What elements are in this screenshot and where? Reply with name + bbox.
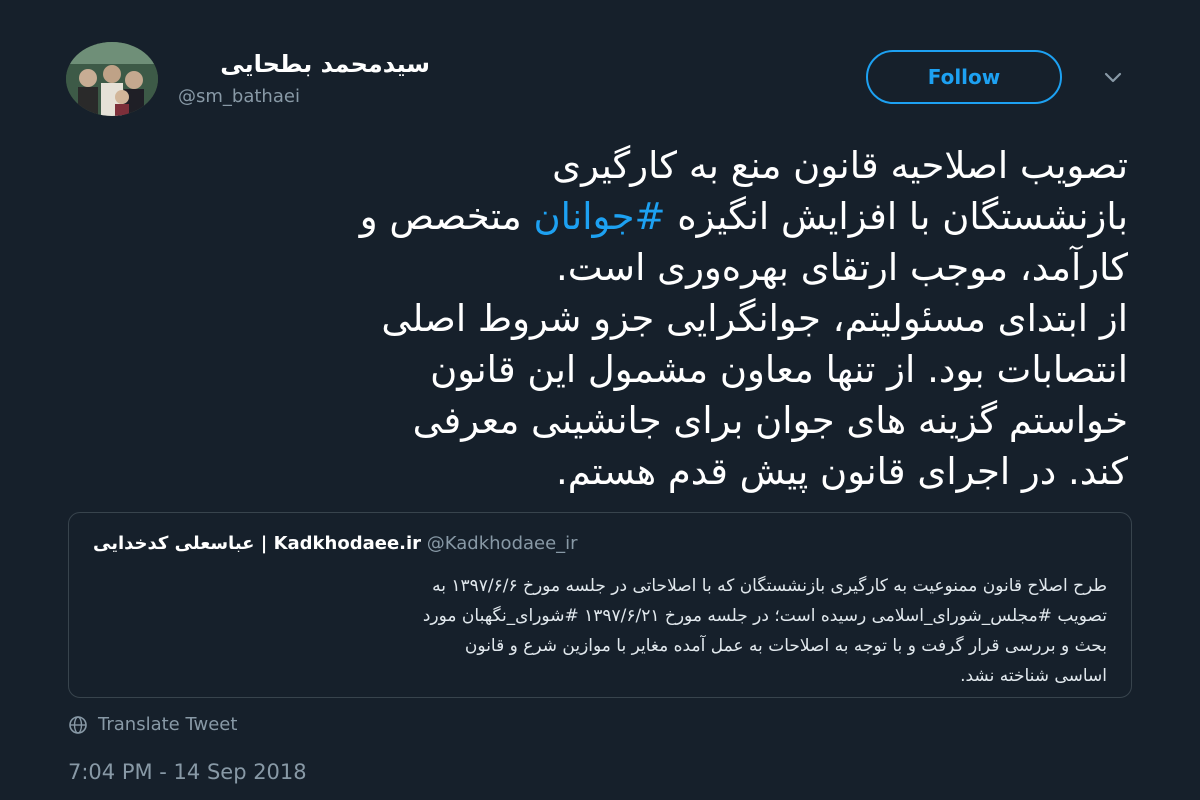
follow-button[interactable]: Follow [866,50,1062,104]
avatar[interactable] [66,42,158,116]
tweet-line: بازنشستگان با افزایش انگیزه #جوانان متخص… [128,191,1128,242]
avatar-photo [66,42,158,116]
translate-tweet-link[interactable]: Translate Tweet [68,714,237,735]
quoted-tweet-header: عباسعلی کدخدایی | Kadkhodaee.ir @Kadkhod… [93,533,1107,554]
quoted-line: اساسی شناخته نشد. [960,666,1107,686]
tweet-line: کند. در اجرای قانون پیش قدم هستم. [556,450,1128,493]
author-handle[interactable]: @sm_bathaei [178,86,300,107]
quoted-author-name: عباسعلی کدخدایی | Kadkhodaee.ir [93,533,422,554]
tweet-line-segment: متخصص و [359,195,534,238]
quoted-line: طرح اصلاح قانون ممنوعیت به کارگیری بازنش… [432,576,1107,596]
chevron-down-icon[interactable] [1102,66,1124,88]
quoted-tweet-card[interactable]: عباسعلی کدخدایی | Kadkhodaee.ir @Kadkhod… [68,512,1132,698]
tweet-text: تصویب اصلاحیه قانون منع به کارگیری بازنش… [128,140,1128,497]
tweet-line: انتصابات بود. از تنها معاون مشمول این قا… [430,348,1128,391]
tweet-timestamp[interactable]: 7:04 PM - 14 Sep 2018 [68,760,307,784]
quoted-author-handle: @Kadkhodaee_ir [426,533,578,554]
tweet-line: خواستم گزینه های جوان برای جانشینی معرفی [412,399,1128,442]
tweet-line: از ابتدای مسئولیتم، جوانگرایی جزو شروط ا… [381,297,1128,340]
quoted-line: بحث و بررسی قرار گرفت و با توجه به اصلاح… [464,636,1107,656]
tweet-line: تصویب اصلاحیه قانون منع به کارگیری [552,144,1128,187]
translate-label: Translate Tweet [98,714,238,735]
quoted-tweet-text: طرح اصلاح قانون ممنوعیت به کارگیری بازنش… [97,571,1107,691]
globe-icon [69,715,87,734]
hashtag-link[interactable]: #جوانان [533,195,665,238]
author-display-name[interactable]: سیدمحمد بطحایی [220,50,430,78]
tweet-line-segment: بازنشستگان با افزایش انگیزه [665,195,1128,238]
tweet-line: کارآمد، موجب ارتقای بهره‌وری است. [555,246,1128,289]
quoted-line: تصویب #مجلس_شورای_اسلامی رسیده است؛ در ج… [422,606,1107,626]
